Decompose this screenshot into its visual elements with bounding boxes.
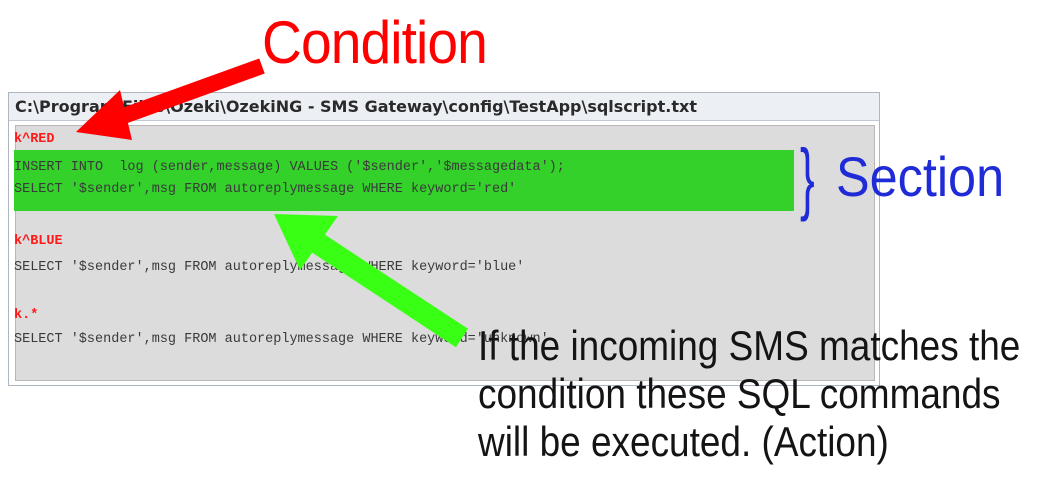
explanation-line-2: condition these SQL commands [478,370,1001,417]
code-line-rule-red: k^RED [14,132,55,147]
explanation-line-1: If the incoming SMS matches the [478,322,1021,369]
explanation-text: If the incoming SMS matches the conditio… [478,322,1021,466]
condition-label: Condition [262,9,488,76]
section-brace: } [800,133,815,222]
editor-title-bar: C:\Program Files\Ozeki\OzekiNG - SMS Gat… [9,93,879,121]
explanation-line-3: will be executed. (Action) [478,418,889,465]
code-line-rule-any: k.* [14,308,39,323]
code-line-select-unknown: SELECT '$sender',msg FROM autoreplymessa… [14,332,549,347]
section-label: Section [836,145,1005,208]
code-line-select-blue: SELECT '$sender',msg FROM autoreplymessa… [14,260,525,275]
code-line-insert: INSERT INTO log (sender,message) VALUES … [14,160,565,175]
code-line-select-red: SELECT '$sender',msg FROM autoreplymessa… [14,182,517,197]
code-line-rule-blue: k^BLUE [14,234,63,249]
